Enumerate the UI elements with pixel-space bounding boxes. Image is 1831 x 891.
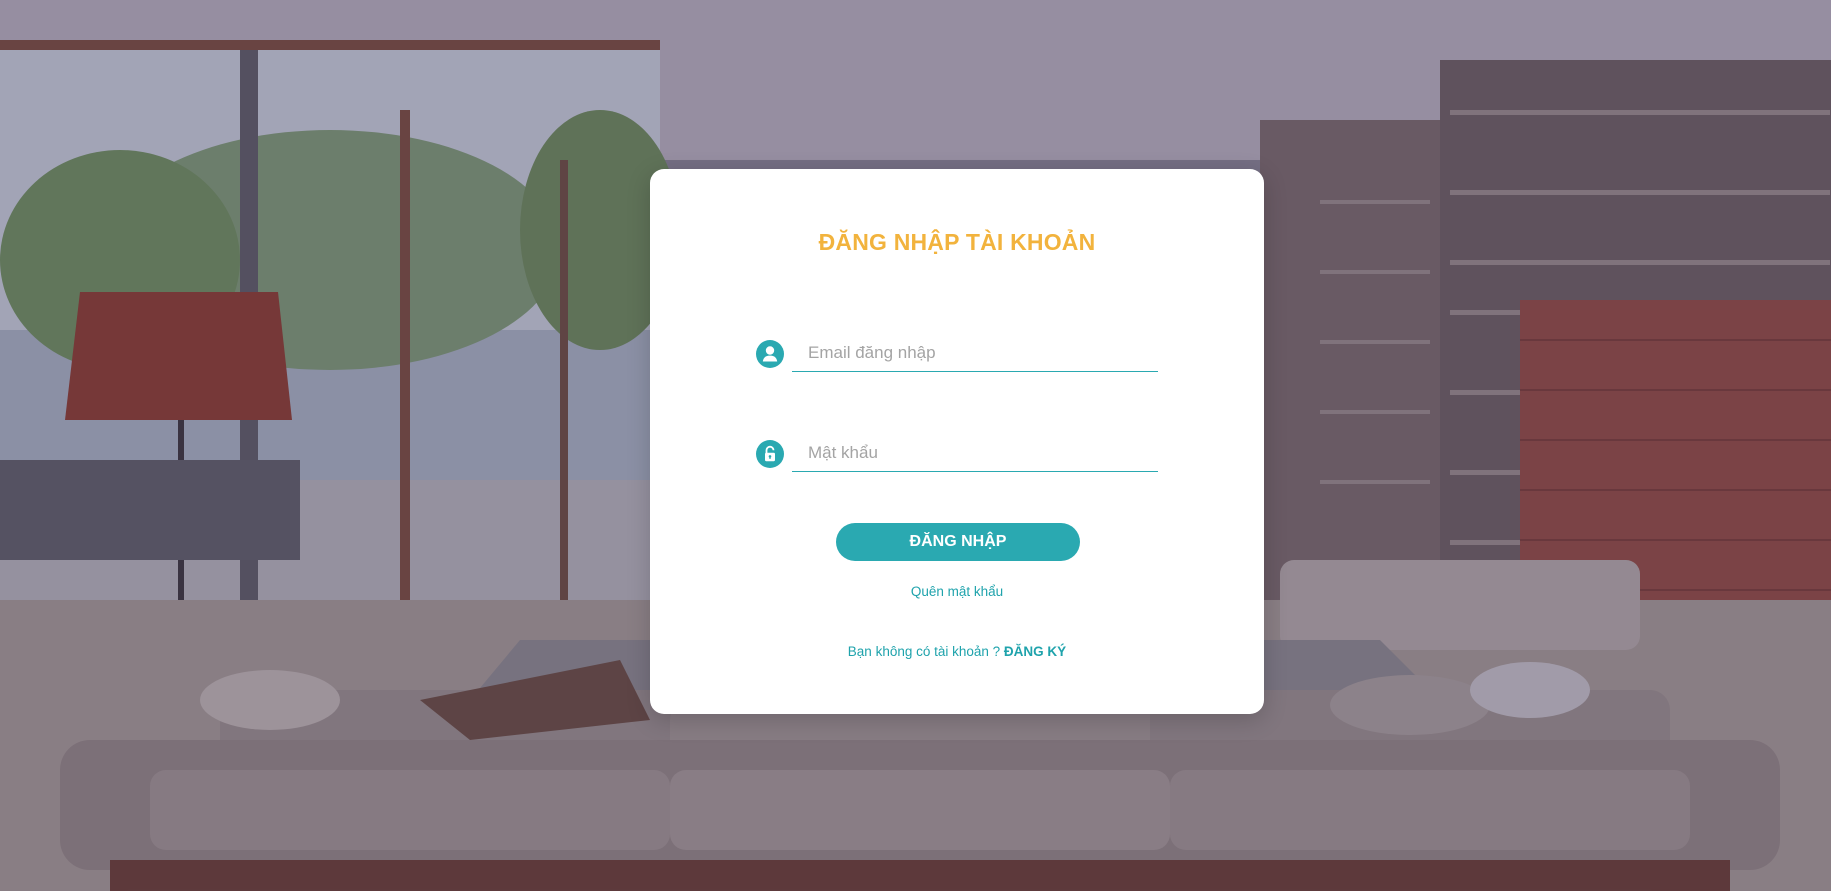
login-title: ĐĂNG NHẬP TÀI KHOẢN (818, 229, 1096, 255)
signup-prompt-text: Bạn không có tài khoản ? (847, 644, 1004, 659)
login-button[interactable]: ĐĂNG NHẬP (836, 523, 1080, 561)
forgot-password-link[interactable]: Quên mật khẩu (650, 584, 1264, 599)
login-page: ĐĂNG NHẬP TÀI KHOẢN Email đăng nhập ĐĂNG… (0, 0, 1831, 891)
password-field-group (756, 434, 1158, 474)
email-input[interactable] (792, 334, 1158, 372)
login-card: ĐĂNG NHẬP TÀI KHOẢN Email đăng nhập ĐĂNG… (650, 169, 1264, 714)
email-field-group (756, 334, 1158, 374)
signup-link[interactable]: ĐĂNG KÝ (1004, 644, 1066, 659)
user-icon (756, 340, 784, 368)
signup-prompt: Bạn không có tài khoản ? ĐĂNG KÝ (650, 644, 1264, 659)
lock-icon (756, 440, 784, 468)
password-input[interactable] (792, 434, 1158, 472)
